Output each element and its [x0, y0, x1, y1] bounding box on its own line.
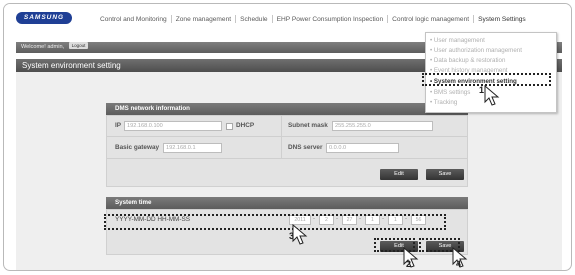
- dns-server-label: DNS server: [288, 144, 323, 151]
- welcome-text: Welcome! admin,: [21, 44, 65, 50]
- dns-server-input[interactable]: 0.0.0.0: [326, 143, 399, 153]
- ip-input[interactable]: 192.168.0.100: [124, 121, 222, 131]
- ip-label: IP: [115, 122, 122, 129]
- app-window: SAMSUNG Control and Monitoring Zone mana…: [3, 3, 572, 271]
- menu-divider: [387, 15, 389, 23]
- dms-panel-title: DMS network information: [106, 103, 468, 115]
- logout-button[interactable]: Logout: [68, 42, 89, 49]
- dropdown-item-tracking[interactable]: • Tracking: [430, 99, 457, 106]
- callout-number-2: 2: [406, 259, 412, 269]
- dms-save-button[interactable]: Save: [426, 169, 464, 180]
- menu-control-logic[interactable]: Control logic management: [392, 16, 469, 23]
- dropdown-item-bms-settings[interactable]: • BMS settings: [430, 89, 470, 96]
- dhcp-label: DHCP: [236, 122, 255, 129]
- dms-panel: IP 192.168.0.100 DHCP Subnet mask 255.25…: [106, 115, 468, 187]
- column-divider: [281, 116, 282, 158]
- gateway-input[interactable]: 192.168.0.1: [163, 143, 222, 153]
- dms-edit-button[interactable]: Edit: [380, 169, 418, 180]
- top-navigation: SAMSUNG Control and Monitoring Zone mana…: [4, 4, 571, 32]
- menu-control-monitoring[interactable]: Control and Monitoring: [100, 16, 167, 23]
- highlight-time-row: [104, 214, 446, 230]
- gateway-label: Basic gateway: [115, 144, 160, 151]
- dropdown-item-data-backup[interactable]: • Data backup & restoration: [430, 57, 505, 64]
- menu-divider: [170, 15, 172, 23]
- subnet-mask-input[interactable]: 255.255.255.0: [332, 121, 433, 131]
- dropdown-item-user-authorization[interactable]: • User authorization management: [430, 47, 522, 54]
- menu-divider: [271, 15, 273, 23]
- main-menu: Control and Monitoring Zone management S…: [100, 15, 526, 23]
- menu-zone-management[interactable]: Zone management: [176, 16, 231, 23]
- pointer-cursor-icon: [292, 224, 308, 245]
- callout-number-4: 4: [456, 259, 462, 269]
- menu-ehp-power[interactable]: EHP Power Consumption Inspection: [277, 16, 384, 23]
- dhcp-checkbox[interactable]: [226, 123, 233, 130]
- callout-number-1: 1: [479, 85, 485, 95]
- menu-system-settings[interactable]: System Settings: [478, 16, 526, 23]
- samsung-logo: SAMSUNG: [16, 12, 72, 24]
- row-divider: [107, 136, 467, 137]
- menu-divider: [235, 15, 237, 23]
- row-divider: [107, 158, 467, 159]
- pointer-cursor-icon: [484, 85, 500, 106]
- menu-divider: [473, 15, 475, 23]
- callout-number-3: 3: [289, 231, 295, 241]
- menu-schedule[interactable]: Schedule: [240, 16, 268, 23]
- dropdown-item-user-management[interactable]: • User management: [430, 37, 485, 44]
- subnet-mask-label: Subnet mask: [288, 122, 328, 129]
- system-time-panel-title: System time: [106, 197, 468, 209]
